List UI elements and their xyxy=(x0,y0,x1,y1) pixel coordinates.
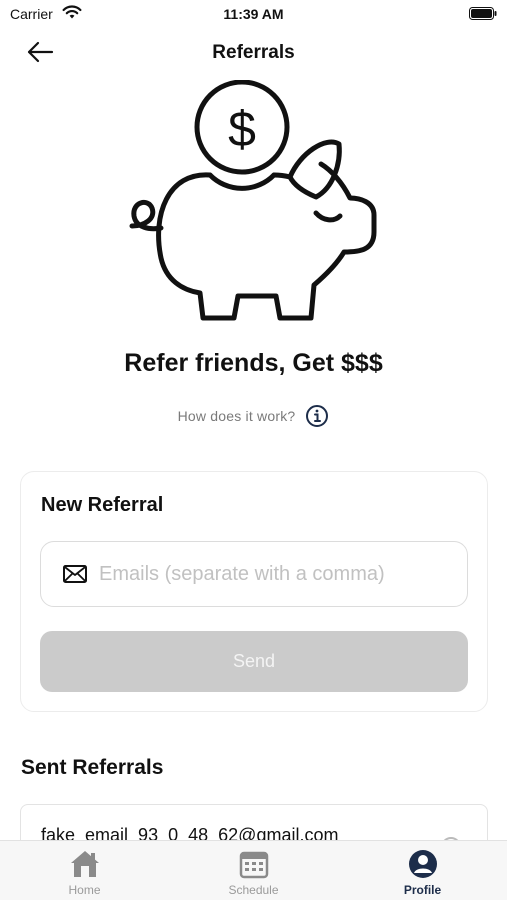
svg-text:$: $ xyxy=(228,101,256,157)
tab-home-label: Home xyxy=(68,883,101,897)
piggy-bank-dollar-icon: $ xyxy=(129,80,377,321)
sent-referrals-title: Sent Referrals xyxy=(21,756,164,779)
arrow-left-icon xyxy=(27,41,54,63)
page-title: Referrals xyxy=(212,42,295,63)
how-it-works-row: How does it work? xyxy=(0,404,507,428)
send-button[interactable]: Send xyxy=(40,631,468,692)
how-it-works-link[interactable]: How does it work? xyxy=(178,408,296,424)
tab-schedule-label: Schedule xyxy=(228,883,279,897)
email-field[interactable] xyxy=(40,541,468,607)
info-circle-icon[interactable] xyxy=(305,404,329,428)
mail-icon xyxy=(63,565,87,583)
calendar-icon xyxy=(239,851,268,879)
email-input[interactable] xyxy=(99,562,429,586)
home-icon xyxy=(70,851,99,877)
status-bar: Carrier 11:39 AM xyxy=(0,0,507,28)
hero-headline: Refer friends, Get $$$ xyxy=(124,349,383,377)
battery-icon xyxy=(469,7,497,20)
new-referral-card: New Referral Send xyxy=(20,471,488,712)
tab-profile-label: Profile xyxy=(403,883,442,897)
nav-bar: Referrals xyxy=(0,30,507,74)
tab-schedule[interactable]: Schedule xyxy=(169,841,338,900)
tab-home[interactable]: Home xyxy=(0,841,169,900)
back-button[interactable] xyxy=(22,38,58,66)
profile-icon xyxy=(408,850,437,878)
new-referral-title: New Referral xyxy=(41,494,164,516)
tab-bar: Home Schedule Profile xyxy=(0,840,507,900)
status-time: 11:39 AM xyxy=(223,6,284,22)
tab-profile[interactable]: Profile xyxy=(338,841,507,900)
